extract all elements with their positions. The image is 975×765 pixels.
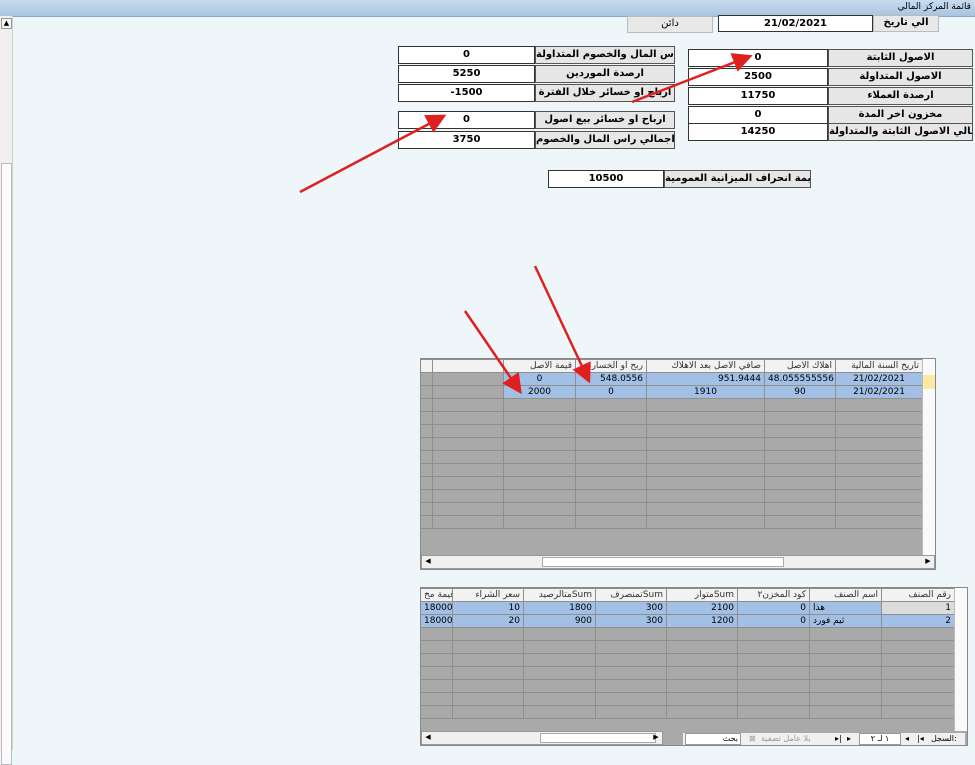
cell[interactable]: 2100	[666, 601, 738, 615]
cell[interactable]: 0	[503, 372, 576, 386]
cell[interactable]: 0	[737, 614, 810, 628]
next-record-icon[interactable]: ▸	[847, 733, 851, 745]
items-datasheet: قيمة مخ سعر الشراء متالرصيدSum تمنصرفSum…	[420, 587, 968, 746]
side-label: دائن	[627, 16, 713, 33]
filter-icon[interactable]: ⊠	[749, 733, 756, 745]
asset-sale-profit-value[interactable]: 0	[398, 111, 535, 129]
cell[interactable]: 0	[737, 601, 810, 615]
period-profit-value[interactable]: -1500	[398, 84, 535, 102]
cell[interactable]: 1200	[666, 614, 738, 628]
col-store-code[interactable]: كود المخزن٢	[737, 588, 810, 602]
hscroll-thumb[interactable]	[540, 733, 656, 743]
record-counter[interactable]: ١ لـ ٢	[859, 733, 901, 745]
cell[interactable]: 48.055555556	[764, 372, 836, 386]
cell[interactable]: 18000	[421, 601, 453, 615]
cell[interactable]: هذا	[809, 601, 882, 615]
table-row[interactable]: 18000 10 1800 300 2100 0 هذا 1	[421, 601, 955, 615]
assets-datasheet: قيمة الاصل ربح او الخسارة صافي الاصل بعد…	[420, 358, 936, 570]
total-assets-value[interactable]: 14250	[688, 123, 828, 141]
fixed-assets-value[interactable]: 0	[688, 49, 828, 67]
record-navigator: بحث ⊠ بلا عامل تصفية ▸| ▸ ١ لـ ٢ ◂ |◂ ال…	[683, 733, 965, 745]
search-input[interactable]: بحث	[685, 733, 741, 745]
col-received-sum[interactable]: متوارSum	[666, 588, 738, 602]
table-row[interactable]: 18000 20 900 300 1200 0 ثيم فورد 2	[421, 614, 955, 628]
col-item-number[interactable]: رقم الصنف	[881, 588, 955, 602]
grid-vscroll[interactable]	[922, 359, 935, 555]
capital-value[interactable]: 0	[398, 46, 535, 64]
to-date-field[interactable]: 21/02/2021	[718, 15, 873, 32]
col-item-name[interactable]: اسم الصنف	[809, 588, 882, 602]
asset-sale-profit-label: ارباح او خسائر بيع اصول	[535, 111, 675, 129]
cell[interactable]: 548.0556	[575, 372, 647, 386]
vertical-scrollbar[interactable]: ▲	[0, 16, 13, 765]
customers-balance-value[interactable]: 11750	[688, 87, 828, 105]
grid-hscroll[interactable]: ◀ ▶	[421, 555, 935, 569]
col-asset-value[interactable]: قيمة الاصل	[503, 359, 576, 373]
scroll-left-icon[interactable]: ◀	[423, 556, 433, 566]
total-assets-label: اجمالي الاصول الثابتة والمتداولة	[828, 123, 973, 141]
col-fiscal-date[interactable]: تاريخ السنة المالية	[835, 359, 923, 373]
col-depreciation[interactable]: اهلاك الاصل	[764, 359, 836, 373]
suppliers-balance-value[interactable]: 5250	[398, 65, 535, 83]
suppliers-balance-label: ارصدة الموردين	[535, 65, 675, 83]
period-profit-label: ارباح او خسائر خلال الفترة	[535, 84, 675, 102]
capital-label: راس المال والخصوم المتداولة	[535, 46, 675, 64]
last-record-icon[interactable]: ▸|	[835, 733, 842, 745]
col-profit-loss[interactable]: ربح او الخسارة	[575, 359, 647, 373]
cell[interactable]: 2000	[503, 385, 576, 399]
cell[interactable]: 300	[595, 601, 667, 615]
items-grid-hscroll[interactable]: ◀ ▶	[421, 731, 663, 745]
fixed-assets-label: الاصول الثابتة	[828, 49, 973, 67]
cell[interactable]: 1800	[523, 601, 596, 615]
col-balance-sum[interactable]: متالرصيدSum	[523, 588, 596, 602]
col-purchase-price[interactable]: سعر الشراء	[452, 588, 524, 602]
scroll-right-icon[interactable]: ▶	[923, 556, 933, 566]
prev-record-icon[interactable]: ◂	[905, 733, 909, 745]
cell[interactable]: 951.9444	[646, 372, 765, 386]
window-title: قائمة المركز المالي	[897, 2, 971, 12]
record-label: السجل:	[931, 734, 957, 743]
cell[interactable]: 90	[764, 385, 836, 399]
total-liabilities-value[interactable]: 3750	[398, 131, 535, 149]
table-row[interactable]: 2000 0 1910 90 21/02/2021	[421, 385, 923, 399]
ending-inventory-value[interactable]: 0	[688, 106, 828, 124]
col-issued-sum[interactable]: تمنصرفSum	[595, 588, 667, 602]
to-date-label: الي تاريخ	[873, 15, 939, 32]
row-selector[interactable]	[923, 375, 935, 389]
cell[interactable]: 18000	[421, 614, 453, 628]
first-record-icon[interactable]: |◂	[917, 733, 924, 745]
total-liabilities-label: اجمالي راس المال والخصوم	[535, 131, 675, 149]
table-row[interactable]: 0 548.0556 951.9444 48.055555556 21/02/2…	[421, 372, 923, 386]
cell[interactable]: 2	[881, 614, 955, 628]
items-grid-vscroll[interactable]	[954, 588, 967, 731]
scroll-right-icon[interactable]: ▶	[651, 732, 661, 742]
cell[interactable]: ثيم فورد	[809, 614, 882, 628]
cell[interactable]: 20	[452, 614, 524, 628]
cell[interactable]: 10	[452, 601, 524, 615]
filter-status[interactable]: بلا عامل تصفية	[761, 733, 811, 745]
ending-inventory-label: مخزون اخر المدة	[828, 106, 973, 124]
col-net-asset[interactable]: صافي الاصل بعد الاهلاك	[646, 359, 765, 373]
cell[interactable]: 21/02/2021	[835, 372, 923, 386]
customers-balance-label: ارصدة العملاء	[828, 87, 973, 105]
cell[interactable]: 900	[523, 614, 596, 628]
hscroll-thumb[interactable]	[542, 557, 784, 567]
cell[interactable]: 1	[881, 601, 955, 615]
cell[interactable]: 21/02/2021	[835, 385, 923, 399]
current-assets-label: الاصول المتداولة	[828, 68, 973, 86]
scrollbar-thumb[interactable]	[1, 163, 12, 765]
scroll-left-icon[interactable]: ◀	[423, 732, 433, 742]
cell[interactable]: 0	[575, 385, 647, 399]
cell[interactable]: 1910	[646, 385, 765, 399]
current-assets-value[interactable]: 2500	[688, 68, 828, 86]
deviation-value[interactable]: 10500	[548, 170, 664, 188]
cell[interactable]: 300	[595, 614, 667, 628]
scroll-up-icon[interactable]: ▲	[1, 18, 12, 29]
col-stock-value[interactable]: قيمة مخ	[421, 588, 453, 602]
deviation-label: قيمة انحراف الميزانية العمومية	[664, 170, 811, 188]
